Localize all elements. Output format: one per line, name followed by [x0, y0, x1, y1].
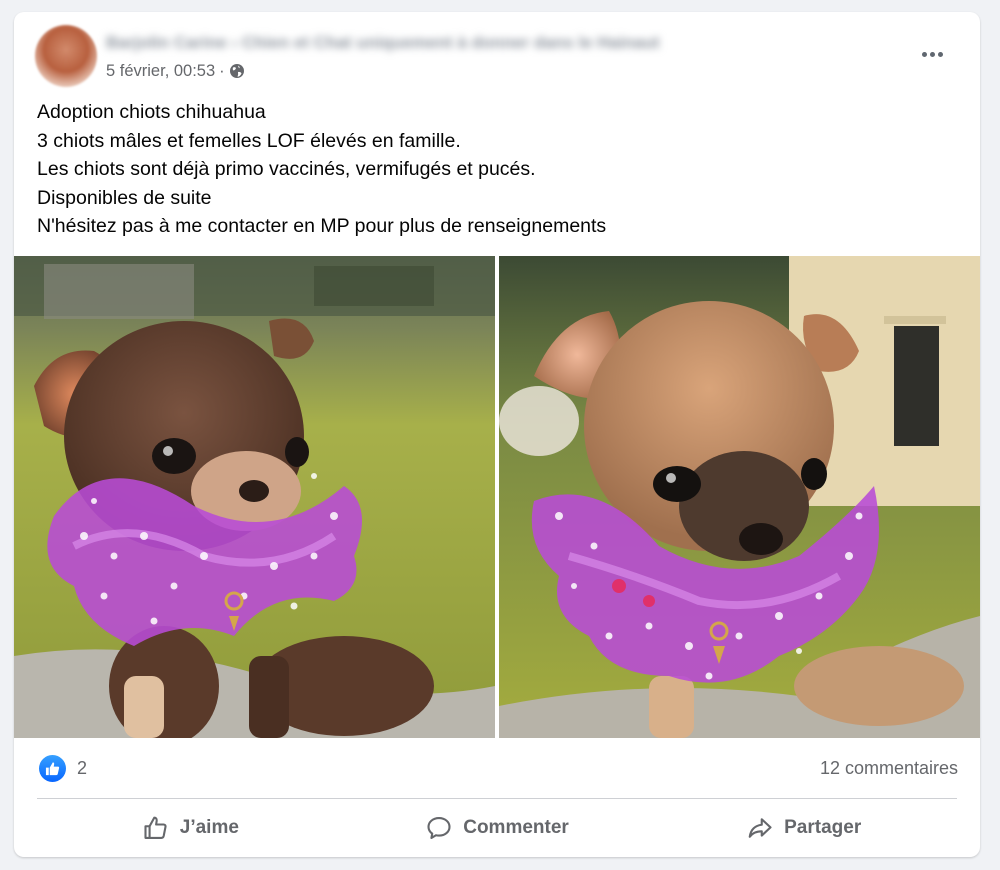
like-button[interactable]: J’aime: [37, 808, 344, 848]
meta-separator: ·: [219, 62, 225, 80]
photo-1[interactable]: [14, 256, 495, 738]
post-text-line: Disponibles de suite: [37, 186, 212, 209]
comment-icon: [427, 817, 451, 839]
reactions-count[interactable]: 2: [77, 758, 87, 779]
comment-button[interactable]: Commenter: [344, 808, 651, 848]
thumbs-up-icon: [144, 816, 167, 839]
globe-icon[interactable]: [229, 63, 245, 79]
photo-grid: [14, 256, 980, 738]
share-button[interactable]: Partager: [650, 808, 957, 848]
photo-2[interactable]: [499, 256, 980, 738]
post-meta: 5 février, 00:53 ·: [106, 61, 245, 81]
post-text: Adoption chiots chihuahua 3 chiots mâles…: [37, 98, 957, 241]
post-text-line: 3 chiots mâles et femelles LOF élevés en…: [37, 129, 461, 152]
chihuahua-puppy-photo: [499, 256, 980, 738]
post-text-line: Les chiots sont déjà primo vaccinés, ver…: [37, 158, 536, 180]
comments-count[interactable]: 12 commentaires: [820, 758, 958, 779]
like-button-label: J’aime: [179, 817, 239, 838]
post-actions: J’aime Commenter Partager: [37, 808, 957, 848]
post-text-line: Adoption chiots chihuahua: [37, 101, 266, 123]
comment-button-label: Commenter: [463, 817, 569, 838]
post-text-line: N'hésitez pas à me contacter en MP pour …: [37, 215, 607, 237]
chihuahua-puppy-photo: [14, 256, 495, 738]
like-reaction-icon[interactable]: [39, 755, 66, 782]
avatar[interactable]: [35, 25, 97, 87]
share-button-label: Partager: [784, 817, 862, 838]
divider: [37, 798, 957, 799]
share-icon: [748, 818, 772, 838]
post-stats: 2 12 commentaires: [14, 754, 980, 784]
timestamp[interactable]: 5 février, 00:53: [106, 61, 215, 81]
author-name[interactable]: Barjolin Carine › Chien et Chat uniqueme…: [106, 32, 660, 54]
more-horizontal-icon[interactable]: [914, 42, 950, 66]
post-card: Barjolin Carine › Chien et Chat uniqueme…: [14, 12, 980, 857]
post-header: Barjolin Carine › Chien et Chat uniqueme…: [14, 12, 980, 96]
